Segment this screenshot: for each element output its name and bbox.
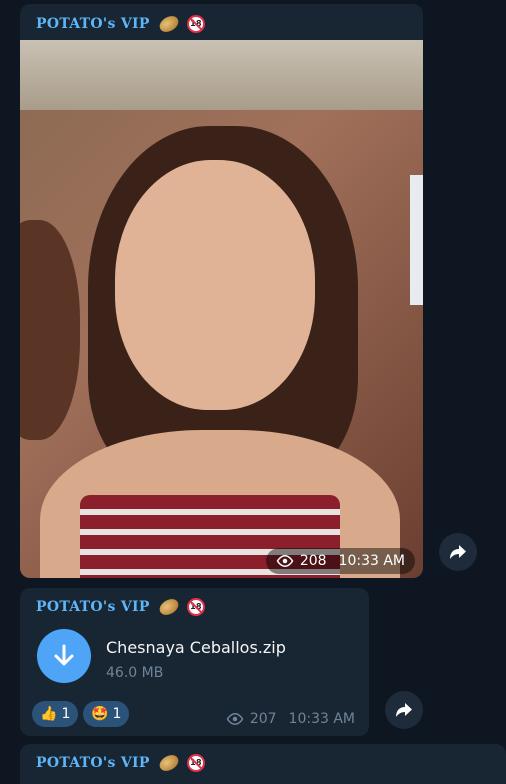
view-count: 208 — [299, 553, 327, 569]
view-count: 207 — [249, 711, 277, 727]
no-under-18-icon: 18 — [187, 15, 206, 33]
reaction-thumbs-up[interactable]: 👍 1 — [32, 701, 79, 727]
no-under-18-icon: 18 — [187, 598, 206, 616]
share-button[interactable] — [385, 691, 423, 729]
star-struck-emoji: 🤩 — [91, 706, 109, 722]
potato-emoji — [156, 595, 182, 619]
sender-name[interactable]: POTATO's VIP 18 — [36, 12, 206, 36]
eye-icon — [226, 713, 244, 725]
potato-emoji — [156, 12, 182, 36]
reaction-count: 1 — [112, 706, 122, 722]
no-under-18-icon: 18 — [187, 754, 206, 772]
reaction-count: 1 — [61, 706, 71, 722]
timestamp: 10:33 AM — [338, 553, 405, 569]
photo-meta: 208 10:33 AM — [265, 548, 415, 574]
sender-name[interactable]: POTATO's VIP 18 — [36, 595, 206, 619]
timestamp: 10:33 AM — [288, 711, 355, 727]
photo-message: POTATO's VIP 18 208 10:33 AM — [20, 4, 423, 578]
file-message: POTATO's VIP 18 Chesnaya Ceballos.zip 46… — [20, 588, 369, 736]
next-message: POTATO's VIP 18 — [20, 744, 506, 784]
sender-name[interactable]: POTATO's VIP 18 — [36, 751, 206, 775]
share-icon — [450, 545, 466, 559]
share-button[interactable] — [439, 533, 477, 571]
file-size: 46.0 MB — [106, 665, 164, 681]
file-name[interactable]: Chesnaya Ceballos.zip — [106, 638, 286, 657]
reaction-star-struck[interactable]: 🤩 1 — [83, 701, 130, 727]
download-button[interactable] — [37, 629, 91, 683]
file-meta: 207 10:33 AM — [226, 711, 355, 727]
share-icon — [396, 703, 412, 717]
download-arrow-icon — [54, 644, 74, 666]
eye-icon — [276, 555, 294, 567]
thumbs-up-emoji: 👍 — [40, 706, 58, 722]
photo[interactable]: 208 10:33 AM — [20, 40, 423, 578]
potato-emoji — [156, 751, 182, 775]
